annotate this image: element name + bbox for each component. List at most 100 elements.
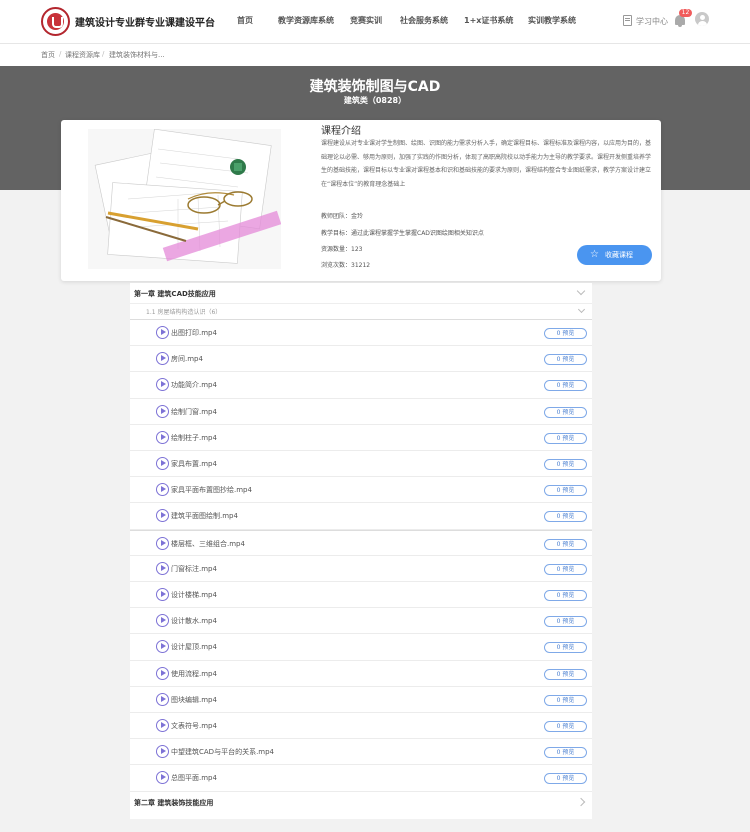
chevron-down-icon[interactable] (577, 305, 586, 314)
play-icon[interactable] (156, 640, 169, 654)
play-icon[interactable] (156, 771, 169, 785)
lesson-name[interactable]: 楼层框、三维组合.mp4 (171, 539, 245, 549)
preview-button[interactable]: 0 预览 (544, 642, 587, 654)
nav-practical-teaching[interactable]: 实训教学系统 (528, 15, 576, 26)
preview-button[interactable]: 0 预览 (544, 616, 587, 628)
breadcrumb-home[interactable]: 首页 (41, 50, 55, 60)
site-title[interactable]: 建筑设计专业群专业课建设平台 (75, 14, 215, 29)
play-icon[interactable] (156, 326, 169, 339)
intro-description: 课程建设从对专业课对学生制图、绘图、识图的能力需求分析入手，确定课程目标、课程标… (321, 140, 652, 188)
chevron-down-icon[interactable] (576, 286, 586, 296)
preview-button[interactable]: 0 预览 (544, 747, 587, 759)
lesson-name[interactable]: 功能简介.mp4 (171, 380, 217, 390)
lesson-row[interactable]: 出图打印.mp4 0 预览 (130, 320, 592, 347)
play-icon[interactable] (156, 404, 169, 418)
breadcrumb: 首页 / 课程资源库 / 建筑装饰材料与... (0, 44, 750, 66)
lesson-name[interactable]: 设计楼梯.mp4 (171, 590, 217, 600)
play-icon[interactable] (156, 430, 169, 444)
play-icon[interactable] (156, 378, 169, 392)
play-icon[interactable] (156, 588, 169, 601)
teaching-goal: 教学目标：通过此课程掌握学生掌握CAD识图绘图相关知识点 (321, 230, 484, 237)
lesson-row[interactable]: 设计屋顶.mp4 0 预览 (130, 634, 592, 661)
study-center-link[interactable]: 学习中心 (636, 16, 668, 27)
play-icon[interactable] (156, 536, 169, 550)
avatar-icon[interactable] (695, 12, 709, 26)
play-icon[interactable] (156, 666, 169, 680)
preview-button[interactable]: 0 预览 (544, 380, 587, 392)
play-icon[interactable] (156, 745, 169, 759)
lesson-name[interactable]: 文表符号.mp4 (171, 721, 217, 731)
lesson-name[interactable]: 家具布置.mp4 (171, 459, 217, 469)
section-title: 1.1 房屋结构构造认识（6） (146, 309, 222, 316)
lesson-name[interactable]: 设计散水.mp4 (171, 616, 217, 626)
preview-button[interactable]: 0 预览 (544, 694, 587, 706)
lesson-name[interactable]: 家具平面布置图抄绘.mp4 (171, 485, 252, 495)
resource-count: 资源数量：123 (321, 246, 363, 253)
lesson-row[interactable]: 中望建筑CAD与平台的关系.mp4 0 预览 (130, 739, 592, 766)
play-icon[interactable] (156, 352, 169, 366)
preview-button[interactable]: 0 预览 (544, 773, 587, 785)
lesson-name[interactable]: 出图打印.mp4 (171, 328, 217, 338)
lesson-row[interactable]: 房间.mp4 0 预览 (130, 346, 592, 373)
preview-button[interactable]: 0 预览 (544, 432, 587, 444)
lesson-name[interactable]: 绘制门窗.mp4 (171, 407, 217, 417)
nav-certificate[interactable]: 1+x证书系统 (464, 15, 513, 26)
section-1-1[interactable]: 1.1 房屋结构构造认识（6） (130, 304, 592, 320)
lesson-row[interactable]: 总图平面.mp4 0 预览 (130, 765, 592, 792)
lesson-row[interactable]: 建筑平面图绘制.mp4 0 预览 (130, 503, 592, 530)
play-icon[interactable] (156, 692, 169, 706)
preview-button[interactable]: 0 预览 (544, 485, 587, 497)
lesson-row[interactable]: 楼层框、三维组合.mp4 0 预览 (130, 529, 592, 556)
lesson-row[interactable]: 绘制门窗.mp4 0 预览 (130, 399, 592, 425)
preview-button[interactable]: 0 预览 (544, 563, 587, 575)
lesson-row[interactable]: 文表符号.mp4 0 预览 (130, 713, 592, 740)
preview-button[interactable]: 0 预览 (544, 328, 587, 339)
chevron-right-icon[interactable] (576, 797, 586, 807)
nav-competition[interactable]: 竞赛实训 (350, 15, 382, 26)
lesson-name[interactable]: 门窗标注.mp4 (171, 564, 217, 574)
nav-social-service[interactable]: 社会服务系统 (400, 15, 448, 26)
play-icon[interactable] (156, 719, 169, 732)
preview-button[interactable]: 0 预览 (544, 354, 587, 366)
lesson-row[interactable]: 功能简介.mp4 0 预览 (130, 372, 592, 399)
preview-button[interactable]: 0 预览 (544, 668, 587, 680)
breadcrumb-current: 建筑装饰材料与... (109, 51, 165, 59)
logo-icon[interactable] (41, 7, 70, 36)
nav-resource-library[interactable]: 教学资源库系统 (278, 15, 334, 26)
book-icon[interactable] (623, 15, 632, 26)
lesson-row[interactable]: 设计楼梯.mp4 0 预览 (130, 582, 592, 609)
preview-button[interactable]: 0 预览 (544, 538, 587, 550)
lesson-name[interactable]: 使用流程.mp4 (171, 669, 217, 679)
lesson-name[interactable]: 设计屋顶.mp4 (171, 642, 217, 652)
play-icon[interactable] (156, 561, 169, 575)
lesson-name[interactable]: 房间.mp4 (171, 354, 203, 364)
notification-badge: 12 (679, 9, 692, 17)
preview-button[interactable]: 0 预览 (544, 590, 587, 601)
lesson-row[interactable]: 家具平面布置图抄绘.mp4 0 预览 (130, 477, 592, 504)
chapter-1[interactable]: 第一章 建筑CAD技能应用 (130, 283, 592, 304)
play-icon[interactable] (156, 509, 169, 523)
favorite-course-button[interactable]: ☆ 收藏课程 (577, 245, 652, 265)
chapter-2[interactable]: 第二章 建筑装饰技能应用 (130, 792, 592, 813)
breadcrumb-resource-library[interactable]: 课程资源库 (65, 50, 100, 60)
lesson-row[interactable]: 使用流程.mp4 0 预览 (130, 661, 592, 687)
lesson-name[interactable]: 图块编辑.mp4 (171, 695, 217, 705)
lesson-row[interactable]: 门窗标注.mp4 0 预览 (130, 556, 592, 582)
play-icon[interactable] (156, 483, 169, 497)
preview-button[interactable]: 0 预览 (544, 406, 587, 418)
lesson-row[interactable]: 设计散水.mp4 0 预览 (130, 608, 592, 635)
lesson-name[interactable]: 总图平面.mp4 (171, 773, 217, 783)
play-icon[interactable] (156, 457, 169, 470)
lesson-name[interactable]: 绘制柱子.mp4 (171, 433, 217, 443)
play-icon[interactable] (156, 614, 169, 628)
nav-home[interactable]: 首页 (237, 15, 253, 26)
preview-button[interactable]: 0 预览 (544, 511, 587, 523)
course-cover-image (88, 129, 281, 269)
lesson-row[interactable]: 家具布置.mp4 0 预览 (130, 451, 592, 478)
preview-button[interactable]: 0 预览 (544, 721, 587, 732)
lesson-row[interactable]: 绘制柱子.mp4 0 预览 (130, 425, 592, 451)
preview-button[interactable]: 0 预览 (544, 459, 587, 470)
lesson-name[interactable]: 中望建筑CAD与平台的关系.mp4 (171, 747, 274, 757)
lesson-row[interactable]: 图块编辑.mp4 0 预览 (130, 687, 592, 713)
lesson-name[interactable]: 建筑平面图绘制.mp4 (171, 511, 238, 521)
